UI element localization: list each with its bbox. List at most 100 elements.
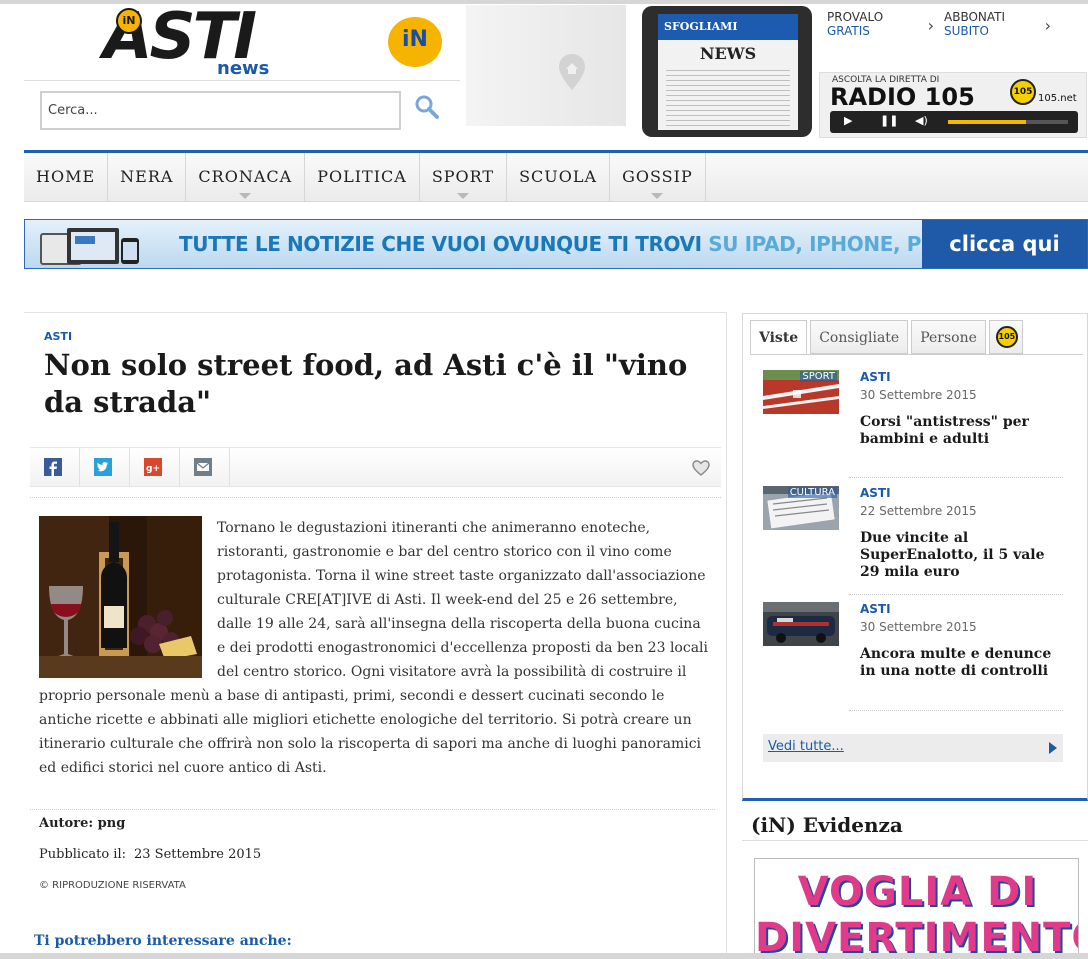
browser-bottom-edge <box>0 953 1088 959</box>
twitter-icon <box>94 458 112 476</box>
dropdown-arrow-icon <box>651 193 664 199</box>
pause-icon[interactable]: ❚❚ <box>880 114 898 127</box>
news-thumbnail <box>763 602 839 646</box>
nav-item-cronaca[interactable]: CRONACA <box>186 153 306 202</box>
see-all-label: Vedi tutte... <box>768 739 844 754</box>
digital-edition-tablet[interactable]: SFOGLIAMI NEWS <box>642 6 812 137</box>
banner-cta-button[interactable]: clicca qui <box>922 220 1087 268</box>
subscribe-link[interactable]: ABBONATI SUBITO › <box>944 10 1059 50</box>
see-all-link[interactable]: Vedi tutte... <box>763 734 1063 762</box>
volume-slider[interactable] <box>948 120 1068 124</box>
volume-icon[interactable]: ◀) <box>915 114 928 127</box>
evidenza-heading: (iN) Evidenza <box>751 813 903 837</box>
weather-map-widget[interactable] <box>466 5 626 126</box>
logo-subtitle: news <box>217 58 270 79</box>
nav-item-label: CRONACA <box>198 167 293 186</box>
news-category: ASTI <box>860 602 891 616</box>
favorite-button[interactable] <box>691 458 711 478</box>
most-viewed-widget: Viste Consigliate Persone 105 SPORT ASTI… <box>742 313 1088 801</box>
radio-title: RADIO 105 <box>830 83 975 111</box>
banner-text: TUTTE LE NOTIZIE CHE VUOI OVUNQUE TI TRO… <box>179 232 936 256</box>
banner-text-a: TUTTE LE NOTIZIE CHE VUOI OVUNQUE TI TRO… <box>179 232 709 256</box>
search-input[interactable] <box>40 91 401 130</box>
evidenza-ad-text: VOGLIA DI DIVERTIMENTO? <box>755 869 1078 959</box>
googleplus-share-button[interactable]: g+ <box>130 448 180 487</box>
photo-placeholder <box>39 516 202 678</box>
tablet-title: NEWS <box>699 44 757 63</box>
nav-item-politica[interactable]: POLITICA <box>305 153 420 202</box>
news-title: Due vincite al SuperEnalotto, il 5 vale … <box>860 530 1045 580</box>
tablet-screen: SFOGLIAMI NEWS <box>658 14 798 130</box>
police-car-image <box>763 602 839 646</box>
news-thumbnail: CULTURA <box>763 486 839 530</box>
volume-slider-fill <box>948 120 1026 124</box>
nav-item-label: SPORT <box>431 167 495 186</box>
nav-item-home[interactable]: HOME <box>24 153 109 202</box>
try-free-line1: PROVALO <box>827 10 884 24</box>
site-logo[interactable]: ASTI iN news <box>103 0 303 81</box>
try-free-line2: GRATIS <box>827 24 870 38</box>
email-share-button[interactable] <box>180 448 230 487</box>
thumb-category-label: CULTURA <box>787 487 837 498</box>
radio-105-icon: 105 <box>995 326 1018 348</box>
search-button[interactable] <box>412 92 442 122</box>
tab-consigliate[interactable]: Consigliate <box>810 320 909 354</box>
list-divider <box>849 710 1063 711</box>
in-network-badge[interactable]: iN <box>388 17 442 67</box>
article-published: Pubblicato il: 23 Settembre 2015 <box>39 847 261 862</box>
play-icon[interactable]: ▶ <box>844 114 852 127</box>
news-title: Ancora multe e denunce in una notte di c… <box>860 646 1052 679</box>
subscribe-line2: SUBITO <box>944 24 989 38</box>
facebook-share-button[interactable] <box>30 448 80 487</box>
in-badge-label: iN <box>402 27 428 52</box>
svg-text:g+: g+ <box>146 464 160 474</box>
twitter-share-button[interactable] <box>80 448 130 487</box>
tablet-flag-label: SFOGLIAMI <box>664 20 738 33</box>
radio-105-logo: 105 <box>1010 79 1036 105</box>
meta-divider <box>30 809 715 810</box>
nav-item-label: GOSSIP <box>622 167 693 186</box>
news-title: Corsi "antistress" per bambini e adulti <box>860 414 1029 447</box>
list-divider <box>849 477 1063 478</box>
news-thumbnail: SPORT <box>763 370 839 414</box>
evidenza-ad-banner[interactable]: VOGLIA DI DIVERTIMENTO? <box>754 858 1079 959</box>
dropdown-arrow-icon <box>456 193 469 199</box>
published-label: Pubblicato il: <box>39 847 126 862</box>
tab-viste[interactable]: Viste <box>750 320 808 354</box>
sidebar-tabs: Viste Consigliate Persone 105 <box>750 320 1026 354</box>
logo-in-mark: iN <box>116 8 142 34</box>
email-icon <box>194 458 212 476</box>
radio-controls: ▶ ❚❚ ◀) <box>830 111 1078 133</box>
thumb-category-label: SPORT <box>800 371 837 382</box>
share-divider <box>30 497 721 498</box>
news-date: 30 Settembre 2015 <box>860 620 977 634</box>
promo-banner[interactable]: TUTTE LE NOTIZIE CHE VUOI OVUNQUE TI TRO… <box>24 219 1088 269</box>
article-category[interactable]: ASTI <box>44 330 72 343</box>
news-date: 30 Settembre 2015 <box>860 388 977 402</box>
nav-item-gossip[interactable]: GOSSIP <box>610 153 706 202</box>
tablet-text-lines <box>666 70 790 126</box>
heart-icon <box>692 460 710 476</box>
nav-item-sport[interactable]: SPORT <box>420 153 508 202</box>
nav-item-label: NERA <box>120 167 174 186</box>
arrow-right-icon <box>1049 742 1057 754</box>
news-category: ASTI <box>860 370 891 384</box>
chevron-right-icon: › <box>1044 16 1051 35</box>
list-divider <box>849 594 1063 595</box>
nav-item-label: POLITICA <box>317 167 407 186</box>
copyright-notice: © RIPRODUZIONE RISERVATA <box>39 880 186 891</box>
related-heading: Ti potrebbero interessare anche: <box>34 933 292 949</box>
evidenza-divider <box>742 840 1088 841</box>
tabs-divider <box>750 354 1083 355</box>
subscribe-line1: ABBONATI <box>944 10 1006 24</box>
tab-persone[interactable]: Persone <box>911 320 986 354</box>
news-category: ASTI <box>860 486 891 500</box>
tab-radio-105[interactable]: 105 <box>988 320 1023 354</box>
nav-item-nera[interactable]: NERA <box>108 153 187 202</box>
devices-illustration <box>40 228 139 265</box>
nav-item-label: SCUOLA <box>519 167 598 186</box>
nav-item-label: HOME <box>36 167 96 186</box>
dropdown-arrow-icon <box>239 193 252 199</box>
nav-item-scuola[interactable]: SCUOLA <box>507 153 611 202</box>
try-free-link[interactable]: PROVALO GRATIS › <box>827 10 942 50</box>
